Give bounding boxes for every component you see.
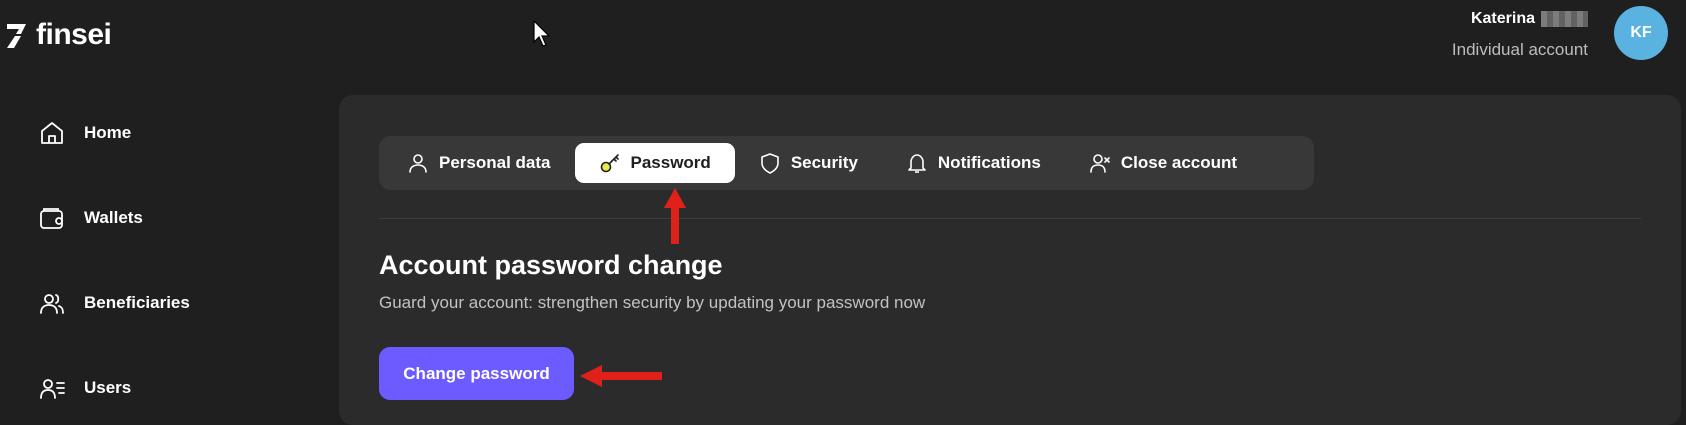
tab-password[interactable]: Password <box>574 143 735 183</box>
finsei-logo-mark-icon <box>7 24 26 48</box>
user-remove-icon <box>1090 154 1110 173</box>
sidebar-item-home[interactable]: Home <box>38 119 131 147</box>
avatar[interactable]: KF <box>1614 6 1668 60</box>
sidebar-item-label: Home <box>84 123 132 142</box>
change-password-button[interactable]: Change password <box>379 347 574 400</box>
account-name: Katerina <box>1470 10 1535 27</box>
settings-tabs: Personal data Password Security Notifica… <box>379 136 1314 190</box>
section-divider <box>379 218 1641 219</box>
brand-logo[interactable]: finsei <box>6 18 112 52</box>
shield-icon <box>761 153 779 174</box>
sidebar-item-wallets[interactable]: Wallets <box>38 204 143 232</box>
annotation-arrow-up-icon <box>664 188 686 244</box>
sidebar-item-beneficiaries[interactable]: Beneficiaries <box>38 289 190 317</box>
account-name-row: Katerina <box>1452 8 1588 30</box>
mouse-cursor-icon <box>533 20 551 47</box>
redacted-surname <box>1541 11 1588 27</box>
wallet-icon <box>40 208 63 229</box>
tab-label: Security <box>790 153 858 172</box>
account-info[interactable]: Katerina Individual account <box>1452 8 1588 60</box>
annotation-arrow-left-icon <box>580 365 662 387</box>
bell-icon <box>908 154 926 173</box>
sidebar-item-label: Wallets <box>84 208 143 227</box>
account-type: Individual account <box>1451 40 1588 59</box>
page-title: Account password change <box>379 250 723 280</box>
tab-label: Personal data <box>439 153 551 172</box>
tab-security[interactable]: Security <box>735 143 882 183</box>
tab-close-account[interactable]: Close account <box>1065 143 1261 183</box>
settings-panel: Personal data Password Security Notifica… <box>339 95 1681 425</box>
sidebar-item-users[interactable]: Users <box>38 374 131 402</box>
home-icon <box>41 122 63 144</box>
page-subtitle: Guard your account: strengthen security … <box>379 293 926 312</box>
sidebar-item-label: Beneficiaries <box>84 293 190 312</box>
tab-label: Notifications <box>937 153 1041 172</box>
tab-label: Close account <box>1120 153 1238 172</box>
tab-personal-data[interactable]: Personal data <box>383 143 575 183</box>
tab-label: Password <box>630 153 711 172</box>
user-list-icon <box>40 379 65 399</box>
sidebar-item-label: Users <box>84 378 132 397</box>
key-icon <box>600 154 619 173</box>
users-icon <box>40 294 64 314</box>
brand-name: finsei <box>36 18 112 51</box>
person-icon <box>409 154 427 173</box>
tab-notifications[interactable]: Notifications <box>882 143 1065 183</box>
